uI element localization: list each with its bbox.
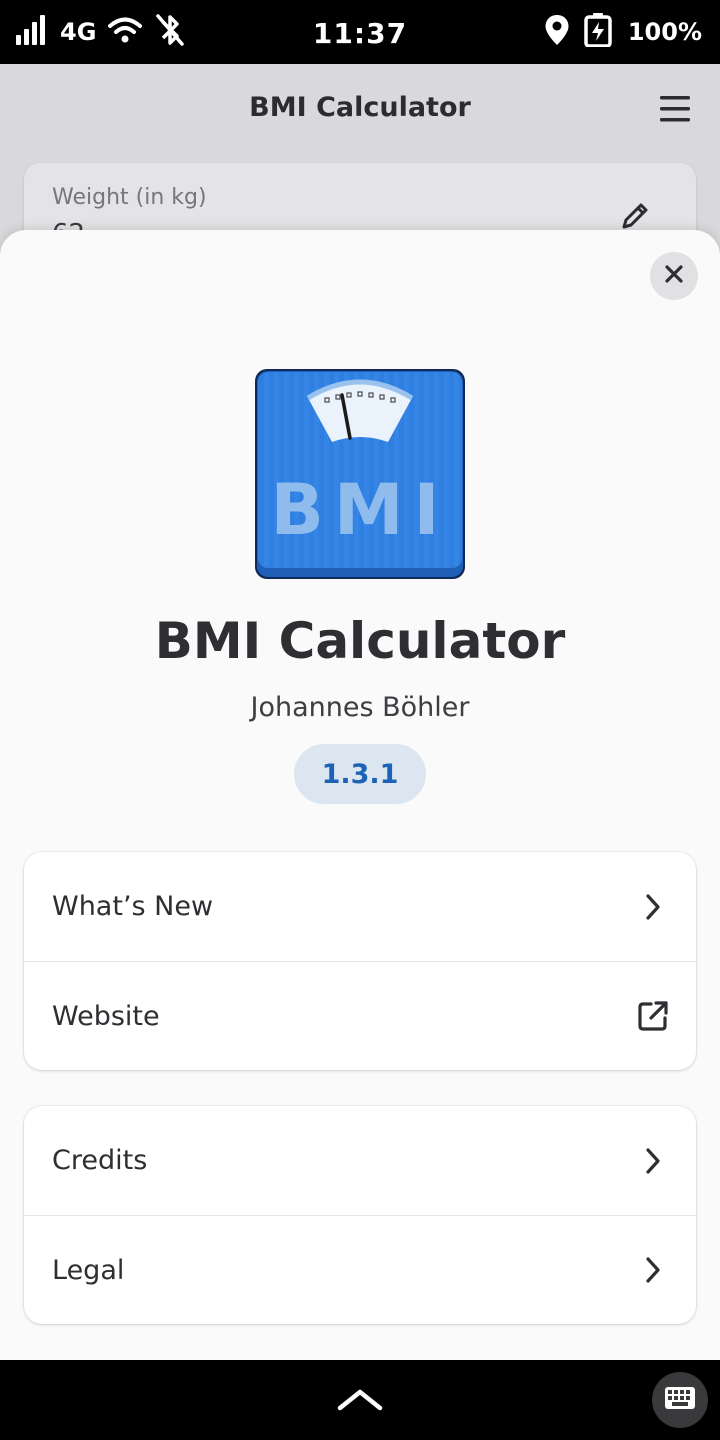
app-name: BMI Calculator [154, 612, 566, 670]
background-app-title: BMI Calculator [249, 92, 471, 123]
credits-row[interactable]: Credits [24, 1106, 696, 1215]
keyboard-icon [664, 1386, 696, 1414]
credits-label: Credits [52, 1145, 148, 1176]
close-button[interactable] [650, 252, 698, 300]
app-icon: BMI [254, 368, 466, 580]
whats-new-label: What’s New [52, 891, 214, 922]
whats-new-row[interactable]: What’s New [24, 852, 696, 961]
chevron-right-icon [636, 1144, 670, 1178]
chevron-up-icon[interactable] [336, 1384, 384, 1414]
external-link-icon [636, 999, 670, 1033]
battery-charging-icon [584, 13, 614, 51]
chevron-right-icon [636, 1253, 670, 1287]
hamburger-menu-icon [660, 96, 690, 122]
keyboard-button[interactable] [652, 1372, 708, 1428]
about-dialog: BMI BMI Calculator Johannes Böhler 1.3.1… [0, 230, 720, 1360]
status-bar: 4G 11:37 100% [0, 0, 720, 64]
website-label: Website [52, 1000, 160, 1032]
legal-label: Legal [52, 1254, 125, 1286]
location-icon [544, 14, 570, 50]
legal-row[interactable]: Legal [24, 1215, 696, 1324]
close-icon [665, 265, 683, 287]
website-row[interactable]: Website [24, 961, 696, 1070]
version-badge[interactable]: 1.3.1 [294, 744, 426, 804]
battery-percentage: 100% [627, 18, 702, 46]
chevron-right-icon [636, 890, 670, 924]
weight-label: Weight (in kg) [52, 185, 207, 210]
about-links-group: What’s New Website [24, 852, 696, 1070]
navigation-bar [0, 1360, 720, 1440]
developer-name: Johannes Böhler [250, 692, 470, 723]
status-right: 100% [544, 13, 702, 51]
about-info-group: Credits Legal [24, 1106, 696, 1324]
app-icon-text: BMI [270, 469, 449, 551]
